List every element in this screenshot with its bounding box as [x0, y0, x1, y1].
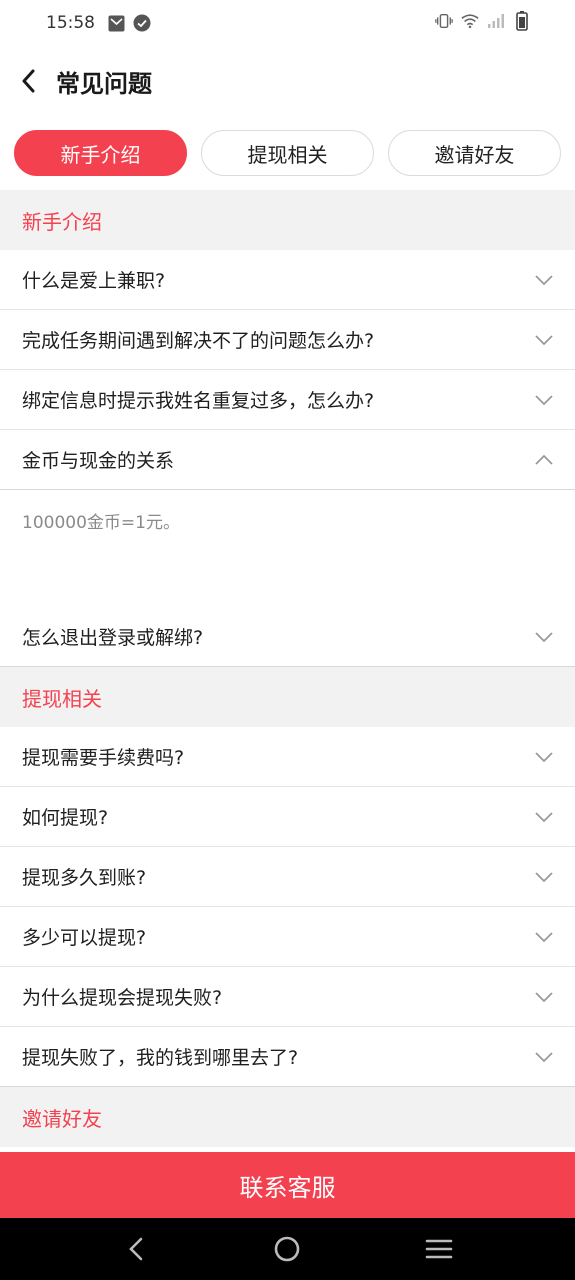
contact-support-button[interactable]: 联系客服	[0, 1152, 575, 1218]
faq-question: 为什么提现会提现失败?	[22, 987, 223, 1009]
faq-answer: 100000金币=1元。	[0, 490, 575, 607]
nav-menu-button[interactable]	[409, 1218, 469, 1280]
faq-list: 新手介绍 什么是爱上兼职? 完成任务期间遇到解决不了的问题怎么办? 绑定信息时提…	[0, 190, 575, 1147]
faq-item[interactable]: 怎么退出登录或解绑?	[0, 607, 575, 667]
nav-home-button[interactable]	[257, 1218, 317, 1280]
check-circle-icon	[133, 14, 151, 32]
battery-icon	[513, 11, 531, 31]
chevron-down-icon	[533, 870, 555, 884]
chevron-down-icon	[533, 930, 555, 944]
faq-question: 完成任务期间遇到解决不了的问题怎么办?	[22, 330, 375, 352]
mail-icon	[107, 14, 125, 32]
home-circle-icon	[275, 1236, 300, 1262]
tab-withdraw[interactable]: 提现相关	[201, 130, 374, 176]
section-header-invite: 邀请好友	[0, 1087, 575, 1147]
faq-item[interactable]: 什么是爱上兼职?	[0, 250, 575, 310]
faq-item[interactable]: 提现需要手续费吗?	[0, 727, 575, 787]
tab-invite[interactable]: 邀请好友	[388, 130, 561, 176]
faq-item[interactable]: 提现多久到账?	[0, 847, 575, 907]
chevron-down-icon	[533, 990, 555, 1004]
chevron-down-icon	[533, 393, 555, 407]
chevron-down-icon	[533, 1050, 555, 1064]
faq-question: 提现多久到账?	[22, 867, 147, 889]
signal-icon	[487, 12, 505, 30]
chevron-down-icon	[533, 630, 555, 644]
system-nav-bar	[0, 1218, 575, 1280]
page-title: 常见问题	[56, 69, 152, 98]
nav-back-button[interactable]	[106, 1218, 166, 1280]
chevron-down-icon	[533, 273, 555, 287]
faq-item[interactable]: 绑定信息时提示我姓名重复过多，怎么办?	[0, 370, 575, 430]
faq-item[interactable]: 如何提现?	[0, 787, 575, 847]
faq-question: 多少可以提现?	[22, 927, 147, 949]
chevron-down-icon	[533, 810, 555, 824]
chevron-down-icon	[533, 333, 555, 347]
faq-item[interactable]: 完成任务期间遇到解决不了的问题怎么办?	[0, 310, 575, 370]
faq-item-expanded[interactable]: 金币与现金的关系	[0, 430, 575, 490]
section-header-beginner: 新手介绍	[0, 190, 575, 250]
tab-beginner[interactable]: 新手介绍	[14, 130, 187, 176]
back-button[interactable]	[0, 46, 56, 116]
faq-question: 如何提现?	[22, 807, 109, 829]
chevron-up-icon	[533, 453, 555, 467]
status-bar: 15:58	[0, 0, 575, 46]
faq-question: 什么是爱上兼职?	[22, 270, 166, 292]
page-header: 常见问题	[0, 46, 575, 116]
status-time: 15:58	[46, 13, 95, 33]
faq-question: 金币与现金的关系	[22, 450, 175, 472]
wifi-icon	[461, 12, 479, 30]
faq-item[interactable]: 多少可以提现?	[0, 907, 575, 967]
back-triangle-icon	[128, 1237, 143, 1261]
faq-question: 提现需要手续费吗?	[22, 747, 185, 769]
faq-item[interactable]: 提现失败了，我的钱到哪里去了?	[0, 1027, 575, 1087]
section-header-withdraw: 提现相关	[0, 667, 575, 727]
faq-question: 提现失败了，我的钱到哪里去了?	[22, 1047, 299, 1069]
menu-lines-icon	[425, 1239, 453, 1259]
faq-question: 怎么退出登录或解绑?	[22, 627, 204, 649]
category-tabs: 新手介绍 提现相关 邀请好友	[14, 130, 561, 176]
faq-question: 绑定信息时提示我姓名重复过多，怎么办?	[22, 390, 375, 412]
chevron-left-icon	[22, 69, 35, 93]
chevron-down-icon	[533, 750, 555, 764]
faq-item[interactable]: 为什么提现会提现失败?	[0, 967, 575, 1027]
vibrate-icon	[435, 12, 453, 30]
